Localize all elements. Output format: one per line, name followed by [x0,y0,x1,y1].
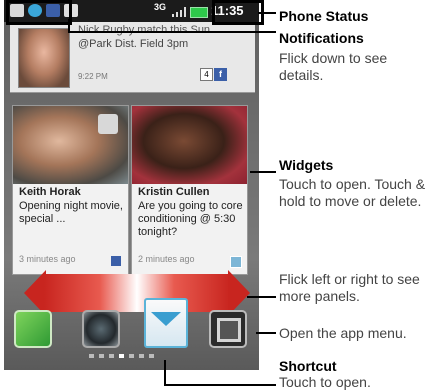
signal-icon [172,7,186,17]
leader-line [68,31,276,33]
page-indicator [89,354,169,360]
leader-line [250,171,276,173]
contact-photo [18,28,70,88]
leader-line [68,19,70,31]
avatar-placeholder-icon [98,114,118,134]
notification-line2: @Park Dist. Field 3pm [78,38,189,50]
callout-phone-status-title: Phone Status [279,8,369,24]
notification-line1: Nick Rugby match this Sun. [78,24,214,36]
leader-line [164,384,276,386]
widget-time: 3 minutes ago [19,254,76,264]
phone-screen: 3G 11:35 Nick Rugby match this Sun. @Par… [0,0,260,390]
callout-flick-text1: Flick left or right to see [279,271,420,287]
app-dock [4,298,259,364]
social-widget[interactable]: Keith Horak Opening night movie, special… [12,105,129,275]
callout-flick-text2: more panels. [279,288,360,304]
facebook-icon: f [214,68,227,81]
leader-line [164,360,166,386]
callout-notifications-title: Notifications [279,30,364,46]
camera-icon[interactable] [82,310,120,348]
callout-widgets-text1: Touch to open. Touch & [279,176,426,192]
network-type: 3G [154,2,167,12]
home-screen: 3G 11:35 Nick Rugby match this Sun. @Par… [4,0,259,370]
social-widget[interactable]: Kristin Cullen Are you going to core con… [131,105,248,275]
facebook-icon [111,256,121,266]
callout-notifications-text1: Flick down to see [279,50,388,66]
battery-icon [190,7,208,18]
callout-app-menu-text: Open the app menu. [279,325,407,341]
status-highlight-right [212,0,264,25]
status-highlight-left [6,0,72,25]
callout-widgets-title: Widgets [279,157,334,173]
dialer-icon[interactable] [14,310,52,348]
callout-shortcut-text: Touch to open. [279,374,371,390]
callout-notifications-text2: details. [279,67,324,83]
callout-widgets-text2: hold to move or delete. [279,193,422,209]
widget-text: Opening night movie, special ... [19,200,123,225]
app-menu-icon[interactable] [209,310,247,348]
notification-count: 4 [200,68,213,81]
widget-text: Are you going to core conditioning @ 5:3… [138,200,243,238]
callout-shortcut-title: Shortcut [279,358,337,374]
notification-time: 9:22 PM [78,72,108,81]
leader-line [247,296,276,298]
widget-name: Kristin Cullen [138,186,210,198]
contact-photo [132,106,247,184]
leader-line [256,332,276,334]
widget-time: 2 minutes ago [138,254,195,264]
widget-name: Keith Horak [19,186,81,198]
message-icon [230,256,242,268]
leader-line [258,12,276,14]
messaging-icon[interactable] [144,298,188,348]
